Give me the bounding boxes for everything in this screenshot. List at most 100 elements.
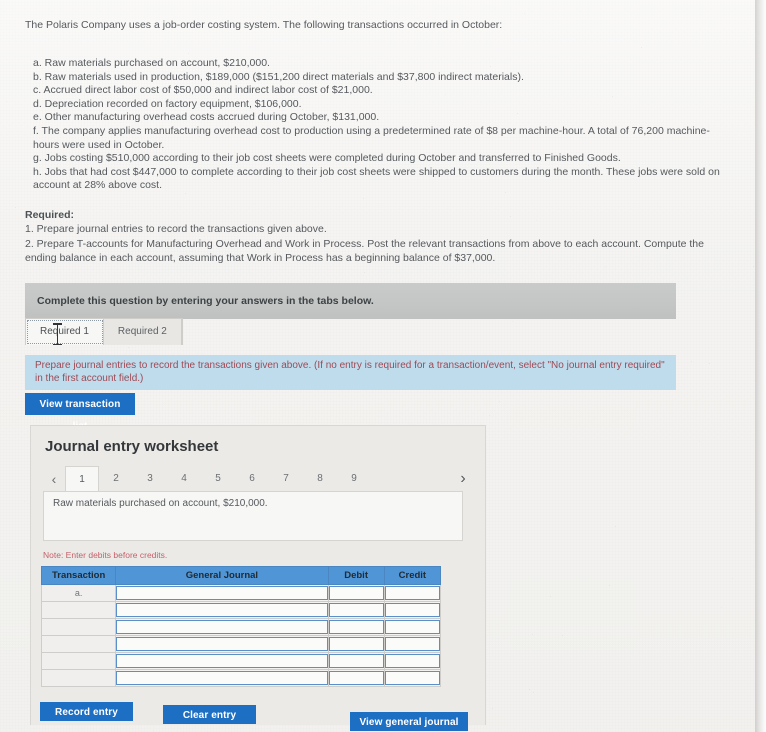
worksheet-pager: ‹ 1 2 3 4 5 6 7 8 9 ›: [43, 466, 475, 492]
cell-debit[interactable]: [328, 670, 384, 687]
credit-input[interactable]: [385, 620, 440, 634]
problem-item: g. Jobs costing $510,000 according to th…: [33, 152, 723, 166]
noise-speck: [691, 361, 692, 362]
debit-input[interactable]: [329, 620, 384, 634]
debit-input[interactable]: [329, 603, 384, 617]
cell-general-journal[interactable]: [116, 602, 328, 619]
noise-speck: [615, 526, 616, 527]
noise-speck: [499, 401, 500, 402]
noise-speck: [732, 578, 733, 579]
noise-speck: [709, 363, 710, 364]
debit-input[interactable]: [329, 586, 384, 600]
debits-before-credits-note: Note: Enter debits before credits.: [43, 550, 167, 560]
cell-transaction: [42, 619, 116, 636]
noise-speck: [128, 347, 129, 348]
tab-required-1[interactable]: Required 1: [26, 319, 104, 345]
cell-credit[interactable]: [384, 653, 440, 670]
worksheet-page-3[interactable]: 3: [133, 466, 167, 492]
header-transaction: Transaction: [42, 567, 116, 585]
general-journal-input[interactable]: [116, 586, 327, 600]
chevron-right-icon[interactable]: ›: [451, 466, 475, 492]
header-general-journal: General Journal: [116, 567, 328, 585]
cell-general-journal[interactable]: [116, 636, 328, 653]
noise-speck: [24, 501, 25, 502]
noise-speck: [163, 403, 164, 404]
required-line: 2. Prepare T-accounts for Manufacturing …: [25, 237, 725, 266]
tab-required-2[interactable]: Required 2: [104, 319, 182, 345]
noise-speck: [492, 708, 493, 709]
noise-speck: [641, 47, 642, 48]
clear-entry-button[interactable]: Clear entry: [163, 705, 256, 724]
cell-general-journal[interactable]: [116, 670, 328, 687]
problem-item: f. The company applies manufacturing ove…: [33, 125, 723, 152]
required-line: 1. Prepare journal entries to record the…: [25, 222, 725, 236]
worksheet-page-7[interactable]: 7: [269, 466, 303, 492]
cell-credit[interactable]: [384, 619, 440, 636]
cell-credit[interactable]: [384, 636, 440, 653]
table-row: [42, 602, 441, 619]
worksheet-page-6[interactable]: 6: [235, 466, 269, 492]
worksheet-page-4[interactable]: 4: [167, 466, 201, 492]
worksheet-page-1[interactable]: 1: [65, 466, 99, 492]
cell-debit[interactable]: [328, 585, 384, 602]
problem-intro: The Polaris Company uses a job-order cos…: [25, 18, 725, 32]
complete-question-text: Complete this question by entering your …: [25, 295, 374, 307]
debit-input[interactable]: [329, 637, 384, 651]
header-debit: Debit: [328, 567, 384, 585]
table-row: [42, 670, 441, 687]
noise-speck: [532, 634, 533, 635]
noise-speck: [533, 692, 534, 693]
view-transaction-list-button[interactable]: View transaction list: [25, 393, 135, 415]
noise-speck: [699, 441, 700, 442]
cell-transaction: [42, 670, 116, 687]
credit-input[interactable]: [385, 637, 440, 651]
noise-speck: [6, 101, 7, 102]
debit-input[interactable]: [329, 671, 384, 685]
general-journal-input[interactable]: [116, 603, 327, 617]
cell-credit[interactable]: [384, 670, 440, 687]
photo-edge: [755, 0, 766, 732]
problem-item: e. Other manufacturing overhead costs ac…: [33, 111, 723, 125]
noise-speck: [489, 415, 490, 416]
transaction-description-box: Raw materials purchased on account, $210…: [43, 491, 463, 541]
cell-transaction: a.: [42, 585, 116, 602]
cell-credit[interactable]: [384, 585, 440, 602]
credit-input[interactable]: [385, 654, 440, 668]
credit-input[interactable]: [385, 671, 440, 685]
worksheet-page-8[interactable]: 8: [303, 466, 337, 492]
cell-debit[interactable]: [328, 619, 384, 636]
general-journal-input[interactable]: [116, 620, 327, 634]
cell-credit[interactable]: [384, 602, 440, 619]
view-general-journal-button[interactable]: View general journal: [350, 712, 468, 731]
worksheet-page-2[interactable]: 2: [99, 466, 133, 492]
credit-input[interactable]: [385, 603, 440, 617]
general-journal-input[interactable]: [116, 654, 327, 668]
worksheet-page-5[interactable]: 5: [201, 466, 235, 492]
noise-speck: [562, 635, 563, 636]
chevron-left-icon[interactable]: ‹: [43, 466, 65, 492]
noise-speck: [363, 198, 364, 199]
table-row: [42, 636, 441, 653]
problem-item: h. Jobs that had cost $447,000 to comple…: [33, 166, 723, 193]
cell-general-journal[interactable]: [116, 653, 328, 670]
table-row: a.: [42, 585, 441, 602]
general-journal-input[interactable]: [116, 637, 327, 651]
table-header-row: Transaction General Journal Debit Credit: [42, 567, 441, 585]
debit-input[interactable]: [329, 654, 384, 668]
cell-general-journal[interactable]: [116, 619, 328, 636]
cell-debit[interactable]: [328, 653, 384, 670]
record-entry-button[interactable]: Record entry: [40, 702, 133, 721]
cell-debit[interactable]: [328, 602, 384, 619]
cell-debit[interactable]: [328, 636, 384, 653]
required-section: Required: 1. Prepare journal entries to …: [25, 208, 725, 266]
worksheet-page-9[interactable]: 9: [337, 466, 371, 492]
cell-transaction: [42, 602, 116, 619]
problem-item: a. Raw materials purchased on account, $…: [33, 57, 723, 71]
cell-general-journal[interactable]: [116, 585, 328, 602]
general-journal-input[interactable]: [116, 671, 327, 685]
transaction-description-text: Raw materials purchased on account, $210…: [44, 492, 462, 509]
noise-speck: [550, 596, 551, 597]
text-cursor-icon: [57, 323, 58, 345]
table-row: [42, 653, 441, 670]
credit-input[interactable]: [385, 586, 440, 600]
